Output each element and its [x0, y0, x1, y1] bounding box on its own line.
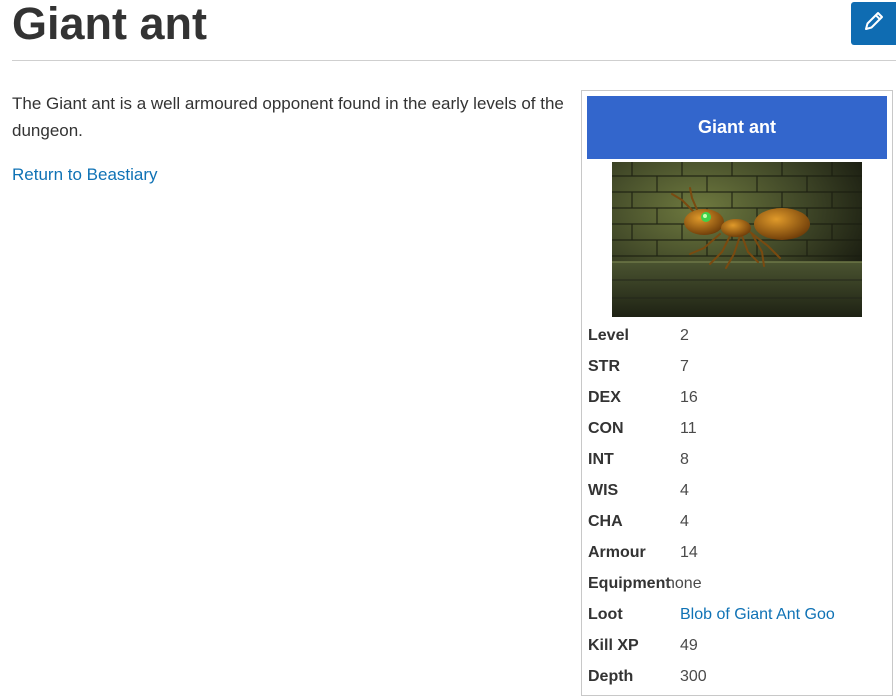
stat-value: 11 [680, 419, 697, 437]
stat-row-dex: DEX 16 [588, 382, 888, 413]
stat-value: 7 [680, 357, 689, 375]
stat-value: 14 [680, 543, 698, 561]
stat-row-depth: Depth 300 [588, 661, 888, 692]
stat-label: Loot [588, 605, 623, 623]
giant-ant-image [612, 162, 862, 317]
stat-row-con: CON 11 [588, 413, 888, 444]
stat-label: Armour [588, 543, 646, 561]
title-divider [12, 60, 896, 61]
stat-row-equipment: Equipment none [588, 568, 888, 599]
stat-value: 16 [680, 388, 698, 406]
stat-value: none [666, 574, 702, 592]
stat-label: STR [588, 357, 620, 375]
stat-row-level: Level 2 [588, 320, 888, 351]
stat-label: Level [588, 326, 629, 344]
stat-value: 8 [680, 450, 689, 468]
stat-label: Depth [588, 667, 634, 685]
stat-value: 4 [680, 512, 689, 530]
loot-link[interactable]: Blob of Giant Ant Goo [680, 606, 835, 624]
pencil-icon [862, 9, 886, 38]
stat-label: Kill XP [588, 636, 639, 654]
stats-table: Level 2 STR 7 DEX 16 CON 11 INT 8 WIS 4 … [588, 320, 888, 692]
infobox-header: Giant ant [587, 96, 887, 159]
stat-row-armour: Armour 14 [588, 537, 888, 568]
stat-row-loot: Loot Blob of Giant Ant Goo [588, 599, 888, 630]
page-title: Giant ant [12, 0, 208, 49]
stat-label: Equipment [588, 574, 671, 592]
intro-paragraph: The Giant ant is a well armoured opponen… [12, 94, 564, 140]
stat-row-cha: CHA 4 [588, 506, 888, 537]
stat-label: WIS [588, 481, 619, 499]
stat-value: 49 [680, 636, 698, 654]
stat-label: CHA [588, 512, 623, 530]
stat-row-int: INT 8 [588, 444, 888, 475]
stat-row-kill-xp: Kill XP 49 [588, 630, 888, 661]
stat-label: CON [588, 419, 624, 437]
stat-row-str: STR 7 [588, 351, 888, 382]
edit-button[interactable] [851, 2, 896, 45]
stat-label: INT [588, 450, 614, 468]
stat-label: DEX [588, 388, 621, 406]
return-to-beastiary-link[interactable]: Return to Beastiary [12, 163, 158, 187]
stat-value: 300 [680, 667, 707, 685]
stat-value: 4 [680, 481, 689, 499]
infobox: Giant ant Level 2 STR 7 DEX 16 CON 11 IN… [581, 90, 893, 696]
stat-value: 2 [680, 326, 689, 344]
stat-row-wis: WIS 4 [588, 475, 888, 506]
